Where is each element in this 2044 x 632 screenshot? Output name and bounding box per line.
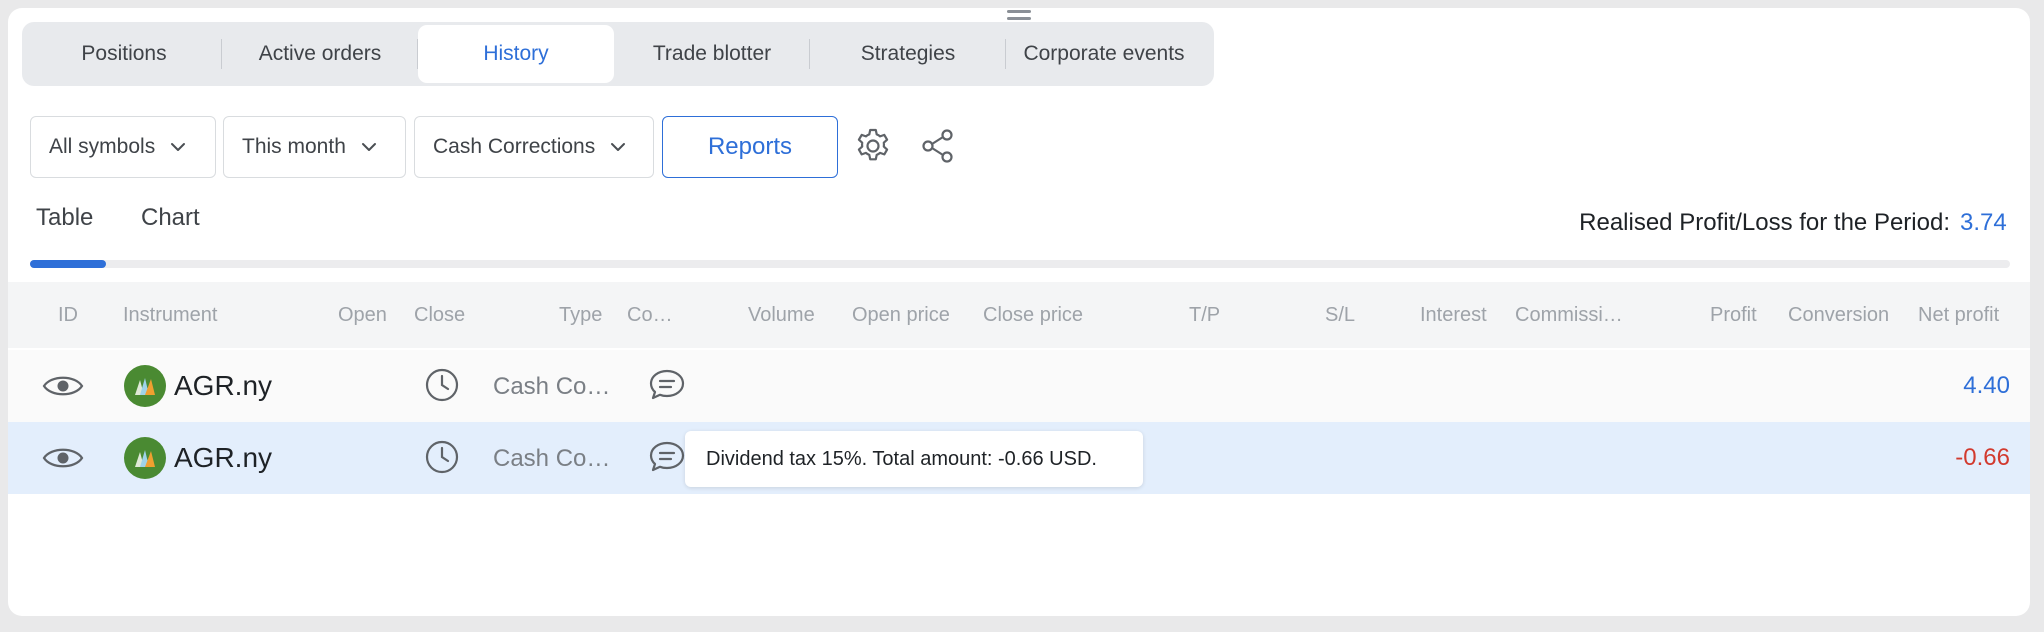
instrument-logo — [124, 437, 166, 479]
instrument-symbol: AGR.ny — [174, 370, 273, 401]
realised-pl-value: 3.74 — [1960, 209, 2007, 236]
reports-button[interactable]: Reports — [662, 116, 838, 178]
col-conversion[interactable]: Conversion — [1788, 304, 1889, 327]
comment-icon[interactable] — [648, 367, 686, 403]
table-row[interactable]: AGR.ny Cash Co… 4.40 — [8, 350, 2030, 422]
chevron-down-icon — [361, 143, 376, 151]
tab-active-orders[interactable]: Active orders — [222, 25, 418, 83]
clock-icon — [425, 368, 459, 402]
col-type[interactable]: Type — [559, 304, 602, 327]
view-tab-indicator-fill — [30, 260, 107, 268]
gear-icon[interactable] — [853, 126, 893, 166]
col-open-price[interactable]: Open price — [852, 304, 950, 327]
col-sl[interactable]: S/L — [1325, 304, 1355, 327]
drag-handle-icon[interactable] — [1007, 10, 1031, 20]
clock-icon — [425, 440, 459, 474]
col-close[interactable]: Close — [414, 304, 465, 327]
comment-icon[interactable] — [648, 439, 686, 475]
col-tp[interactable]: T/P — [1189, 304, 1220, 327]
tab-trade-blotter[interactable]: Trade blotter — [614, 25, 810, 83]
tab-strategies[interactable]: Strategies — [810, 25, 1006, 83]
realised-pl-label: Realised Profit/Loss for the Period: — [1579, 209, 1950, 236]
col-profit[interactable]: Profit — [1710, 304, 1757, 327]
view-tab-chart[interactable]: Chart — [141, 204, 200, 232]
tab-positions[interactable]: Positions — [26, 25, 222, 83]
instrument-symbol: AGR.ny — [174, 442, 273, 473]
col-id[interactable]: ID — [58, 304, 78, 327]
col-close-price[interactable]: Close price — [983, 304, 1083, 327]
share-icon[interactable] — [918, 126, 958, 166]
col-commission[interactable]: Commissi… — [1515, 304, 1623, 327]
comment-tooltip: Dividend tax 15%. Total amount: -0.66 US… — [685, 431, 1143, 487]
col-volume[interactable]: Volume — [748, 304, 815, 327]
eye-icon[interactable] — [42, 368, 84, 404]
period-dropdown-label: This month — [242, 135, 346, 158]
col-comment[interactable]: Co… — [627, 304, 673, 327]
type-dropdown[interactable]: Cash Corrections — [414, 116, 654, 178]
chevron-down-icon — [171, 143, 186, 151]
instrument-logo — [124, 365, 166, 407]
tab-corporate-events[interactable]: Corporate events — [1006, 25, 1202, 83]
view-tab-indicator — [30, 260, 2010, 268]
row-type: Cash Co… — [493, 373, 611, 400]
row-type: Cash Co… — [493, 445, 611, 472]
tab-history[interactable]: History — [418, 25, 614, 83]
view-tab-table[interactable]: Table — [36, 204, 93, 232]
table-header: ID Instrument Open Close Type Co… Volume… — [8, 282, 2030, 348]
symbols-dropdown-label: All symbols — [49, 135, 156, 158]
type-dropdown-label: Cash Corrections — [433, 135, 596, 158]
net-profit-value: 4.40 — [1963, 372, 2010, 399]
col-net-profit[interactable]: Net profit — [1918, 304, 1999, 327]
chevron-down-icon — [611, 143, 626, 151]
col-open[interactable]: Open — [338, 304, 387, 327]
net-profit-value: -0.66 — [1955, 444, 2010, 471]
col-instrument[interactable]: Instrument — [123, 304, 217, 327]
eye-icon[interactable] — [42, 440, 84, 476]
col-interest[interactable]: Interest — [1420, 304, 1487, 327]
period-dropdown[interactable]: This month — [223, 116, 406, 178]
history-tabbar: Positions Active orders History Trade bl… — [22, 22, 1214, 86]
symbols-dropdown[interactable]: All symbols — [30, 116, 216, 178]
